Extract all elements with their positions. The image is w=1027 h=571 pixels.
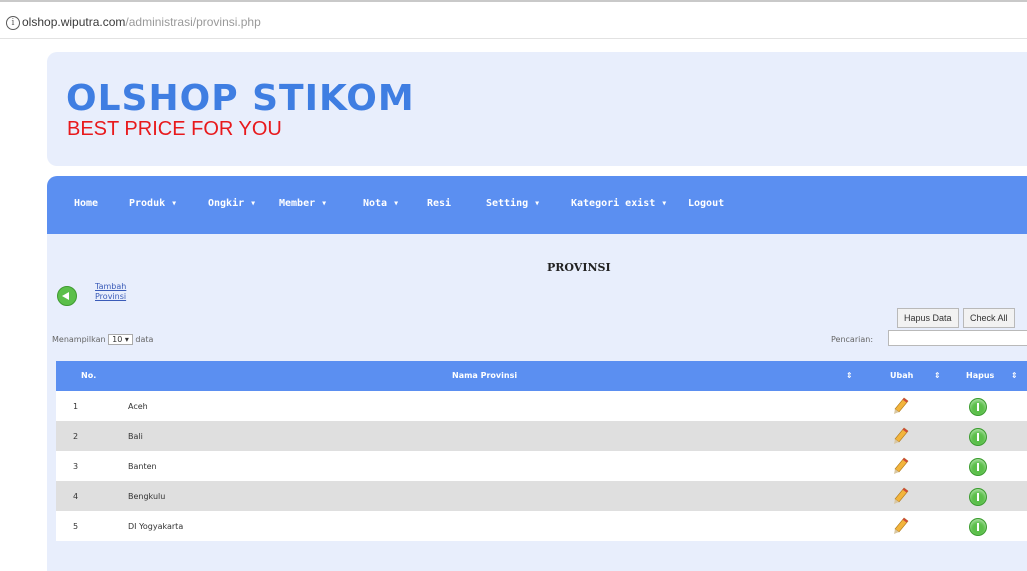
province-name: Aceh [128, 402, 148, 411]
info-icon[interactable]: i [6, 16, 20, 30]
table-row: 5 DI Yogyakarta [56, 511, 1027, 541]
table-row: 4 Bengkulu [56, 481, 1027, 511]
url-text[interactable]: olshop.wiputra.com/administrasi/provinsi… [22, 15, 261, 29]
edit-pencil-icon[interactable] [893, 487, 909, 505]
site-header: OLSHOP STIKOM BEST PRICE FOR YOU [47, 52, 1027, 166]
url-host: olshop.wiputra.com [22, 15, 126, 29]
col-hapus[interactable]: Hapus [966, 371, 994, 380]
page-title: PROVINSI [547, 261, 611, 274]
col-nama-provinsi[interactable]: Nama Provinsi [452, 371, 517, 380]
delete-icon[interactable] [969, 458, 987, 476]
row-number: 2 [73, 432, 79, 441]
entries-select[interactable]: 10 ▾ [108, 334, 133, 345]
show-suffix-label: data [135, 335, 154, 344]
province-name: Bali [128, 432, 143, 441]
nav-item-kategori[interactable]: Kategori exist ▾ [571, 198, 667, 209]
delete-icon[interactable] [969, 398, 987, 416]
row-number: 4 [73, 492, 79, 501]
search-label: Pencarian: [831, 335, 874, 344]
edit-pencil-icon[interactable] [893, 457, 909, 475]
entries-length-control: Menampilkan 10 ▾ data [52, 334, 153, 345]
browser-url-bar[interactable]: i olshop.wiputra.com/administrasi/provin… [0, 0, 1027, 39]
content-panel: PROVINSI Tambah Provinsi Hapus Data Chec… [47, 234, 1027, 571]
add-icon[interactable] [57, 286, 77, 306]
check-all-button[interactable]: Check All [963, 308, 1015, 328]
add-province-link[interactable]: Tambah Provinsi [95, 282, 135, 302]
url-path: /administrasi/provinsi.php [125, 15, 261, 29]
nav-item-home[interactable]: Home [74, 198, 98, 209]
sort-icon[interactable]: ⇕ [934, 371, 941, 380]
entries-select-value: 10 [112, 335, 123, 344]
col-ubah[interactable]: Ubah [890, 371, 913, 380]
row-number: 3 [73, 462, 79, 471]
row-number: 5 [73, 522, 79, 531]
province-name: Banten [128, 462, 157, 471]
province-name: Bengkulu [128, 492, 166, 501]
site-logo: OLSHOP STIKOM [66, 78, 415, 119]
sort-icon[interactable]: ⇕ [846, 371, 853, 380]
main-nav: Home Produk ▾ Ongkir ▾ Member ▾ Nota ▾ R… [47, 176, 1027, 234]
nav-item-setting[interactable]: Setting ▾ [486, 198, 540, 209]
row-number: 1 [73, 402, 79, 411]
nav-item-resi[interactable]: Resi [427, 198, 451, 209]
edit-pencil-icon[interactable] [893, 397, 909, 415]
col-no[interactable]: No. [81, 371, 96, 380]
site-tagline: BEST PRICE FOR YOU [67, 118, 282, 140]
show-prefix-label: Menampilkan [52, 335, 106, 344]
nav-item-member[interactable]: Member ▾ [279, 198, 327, 209]
province-name: DI Yogyakarta [128, 522, 184, 531]
edit-pencil-icon[interactable] [893, 517, 909, 535]
table-header: No. Nama Provinsi ⇕ Ubah ⇕ Hapus ⇕ [56, 361, 1027, 391]
table-row: 3 Banten [56, 451, 1027, 481]
table-row: 2 Bali [56, 421, 1027, 451]
nav-item-nota[interactable]: Nota ▾ [363, 198, 399, 209]
search-input[interactable] [888, 330, 1027, 346]
nav-item-produk[interactable]: Produk ▾ [129, 198, 177, 209]
sort-icon[interactable]: ⇕ [1011, 371, 1018, 380]
delete-icon[interactable] [969, 428, 987, 446]
edit-pencil-icon[interactable] [893, 427, 909, 445]
window-top-border [0, 0, 1027, 2]
nav-item-logout[interactable]: Logout [688, 198, 724, 209]
table-row: 1 Aceh [56, 391, 1027, 421]
delete-icon[interactable] [969, 488, 987, 506]
nav-item-ongkir[interactable]: Ongkir ▾ [208, 198, 256, 209]
hapus-data-button[interactable]: Hapus Data [897, 308, 959, 328]
delete-icon[interactable] [969, 518, 987, 536]
